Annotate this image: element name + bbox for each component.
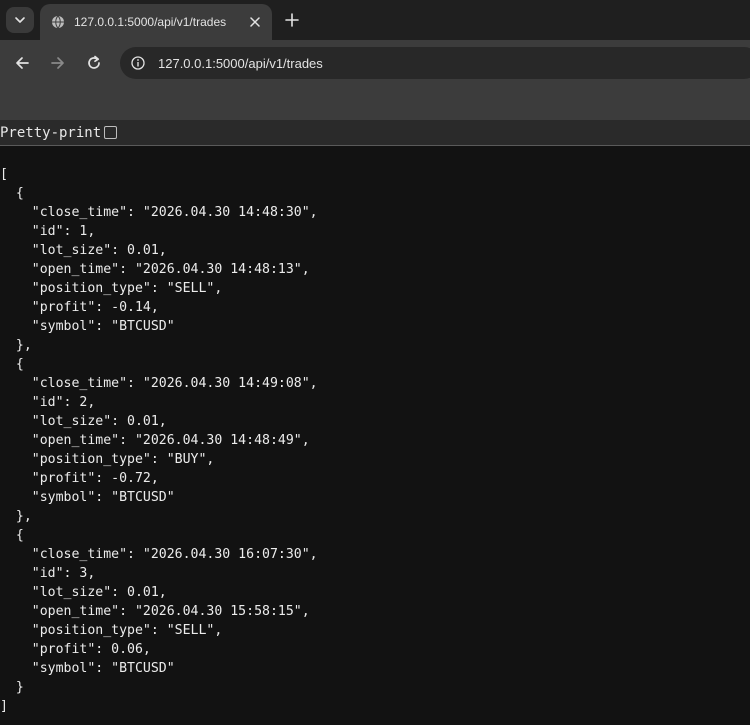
json-line: "position_type": "SELL", bbox=[0, 623, 223, 638]
json-line: "symbol": "BTCUSD" bbox=[0, 319, 175, 334]
address-bar[interactable]: 127.0.0.1:5000/api/v1/trades bbox=[120, 47, 750, 79]
json-line: [ bbox=[0, 167, 8, 182]
url-text[interactable]: 127.0.0.1:5000/api/v1/trades bbox=[158, 56, 323, 71]
json-viewer-options: Pretty-print bbox=[0, 120, 750, 146]
json-line: "lot_size": 0.01, bbox=[0, 585, 167, 600]
toolbar-band bbox=[0, 86, 750, 120]
json-content: [ { "close_time": "2026.04.30 14:48:30",… bbox=[0, 146, 750, 725]
json-line: "symbol": "BTCUSD" bbox=[0, 490, 175, 505]
arrow-left-icon[interactable] bbox=[10, 51, 34, 75]
json-line: "open_time": "2026.04.30 15:58:15", bbox=[0, 604, 310, 619]
pretty-print-checkbox[interactable] bbox=[104, 126, 118, 139]
tab-active[interactable]: 127.0.0.1:5000/api/v1/trades bbox=[40, 4, 272, 40]
json-line: "symbol": "BTCUSD" bbox=[0, 661, 175, 676]
json-line: { bbox=[0, 357, 24, 372]
json-line: "id": 1, bbox=[0, 224, 96, 239]
json-line: "id": 3, bbox=[0, 566, 96, 581]
tab-search-button[interactable] bbox=[6, 7, 34, 33]
json-line: "position_type": "SELL", bbox=[0, 281, 223, 296]
browser-toolbar: 127.0.0.1:5000/api/v1/trades bbox=[0, 40, 750, 86]
json-line: "profit": -0.14, bbox=[0, 300, 159, 315]
json-line: "profit": -0.72, bbox=[0, 471, 159, 486]
json-line: "lot_size": 0.01, bbox=[0, 243, 167, 258]
json-line: } bbox=[0, 680, 24, 695]
json-line: }, bbox=[0, 509, 32, 524]
pretty-print-label[interactable]: Pretty-print bbox=[0, 125, 101, 141]
close-icon[interactable] bbox=[246, 13, 264, 31]
info-icon[interactable] bbox=[130, 55, 146, 71]
reload-icon[interactable] bbox=[82, 51, 106, 75]
plus-icon[interactable] bbox=[282, 10, 302, 30]
json-text: [ { "close_time": "2026.04.30 14:48:30",… bbox=[0, 165, 318, 716]
json-line: "id": 2, bbox=[0, 395, 96, 410]
json-line: "close_time": "2026.04.30 16:07:30", bbox=[0, 547, 318, 562]
json-line: "open_time": "2026.04.30 14:48:49", bbox=[0, 433, 310, 448]
chevron-down-icon bbox=[15, 17, 25, 23]
json-line: "profit": 0.06, bbox=[0, 642, 151, 657]
json-line: "close_time": "2026.04.30 14:49:08", bbox=[0, 376, 318, 391]
arrow-right-icon[interactable] bbox=[46, 51, 70, 75]
json-line: { bbox=[0, 528, 24, 543]
json-line: "close_time": "2026.04.30 14:48:30", bbox=[0, 205, 318, 220]
tab-title: 127.0.0.1:5000/api/v1/trades bbox=[74, 15, 227, 29]
json-line: }, bbox=[0, 338, 32, 353]
json-line: "position_type": "BUY", bbox=[0, 452, 215, 467]
json-line: "lot_size": 0.01, bbox=[0, 414, 167, 429]
json-line: { bbox=[0, 186, 24, 201]
globe-icon bbox=[50, 14, 66, 30]
json-line: ] bbox=[0, 699, 8, 714]
tab-strip: 127.0.0.1:5000/api/v1/trades bbox=[0, 0, 750, 40]
json-line: "open_time": "2026.04.30 14:48:13", bbox=[0, 262, 310, 277]
